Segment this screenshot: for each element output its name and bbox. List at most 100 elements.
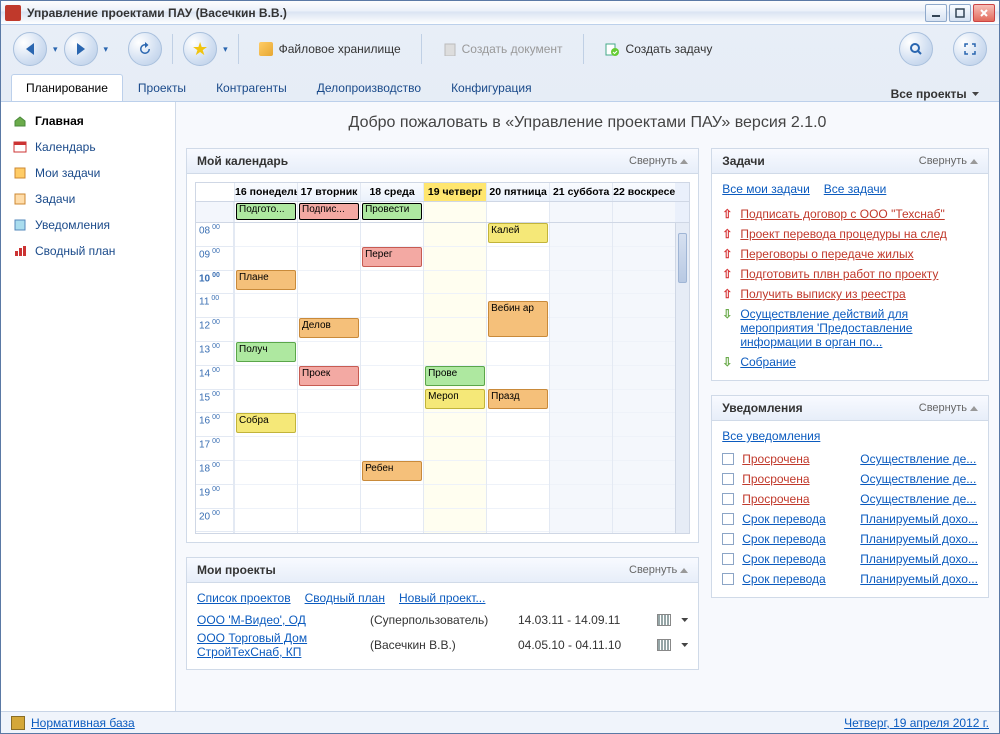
gantt-icon[interactable]: [657, 614, 671, 626]
summary-plan-link[interactable]: Сводный план: [305, 591, 385, 605]
project-name-link[interactable]: ООО Торговый Дом СтройТехСнаб, КП: [197, 631, 362, 659]
forward-dropdown[interactable]: ▾: [104, 44, 109, 55]
calendar-event[interactable]: Празд: [488, 389, 548, 409]
notification-text-link[interactable]: Осуществление де...: [860, 472, 976, 486]
cal-day-header-today[interactable]: 19 четверг: [423, 183, 486, 201]
task-link[interactable]: Проект перевода процедуры на след: [740, 227, 947, 241]
forward-button[interactable]: [64, 32, 98, 66]
notification-status-link[interactable]: Просрочена: [742, 472, 809, 486]
notification-checkbox[interactable]: [722, 493, 734, 505]
cal-day-column[interactable]: [612, 223, 675, 533]
file-storage-button[interactable]: Файловое хранилище: [249, 38, 411, 60]
notification-status-link[interactable]: Срок перевода: [742, 552, 825, 566]
task-link[interactable]: Переговоры о передаче жилых: [740, 247, 913, 261]
allday-event[interactable]: Подпис...: [299, 203, 359, 220]
scroll-thumb[interactable]: [678, 233, 687, 283]
cal-day-header[interactable]: 17 вторник: [297, 183, 360, 201]
cal-day-column[interactable]: Делов Проек: [297, 223, 360, 533]
normative-base-link[interactable]: Нормативная база: [31, 716, 135, 730]
close-button[interactable]: [973, 4, 995, 22]
notification-checkbox[interactable]: [722, 573, 734, 585]
notification-status-link[interactable]: Срок перевода: [742, 512, 825, 526]
task-link[interactable]: Получить выписку из реестра: [740, 287, 905, 301]
notification-checkbox[interactable]: [722, 513, 734, 525]
allday-event[interactable]: Провести: [362, 203, 422, 220]
back-dropdown[interactable]: ▾: [53, 44, 58, 55]
sidebar-item-summary[interactable]: Сводный план: [1, 238, 175, 264]
calendar-event[interactable]: Проек: [299, 366, 359, 386]
search-button[interactable]: [899, 32, 933, 66]
chevron-down-icon[interactable]: [681, 618, 688, 622]
tab-paperwork[interactable]: Делопроизводство: [302, 74, 436, 101]
create-task-button[interactable]: Создать задачу: [594, 37, 723, 61]
notifications-collapse[interactable]: Свернуть: [919, 402, 978, 414]
notification-status-link[interactable]: Просрочена: [742, 492, 809, 506]
calendar-scrollbar[interactable]: [675, 223, 689, 533]
tasks-collapse[interactable]: Свернуть: [919, 155, 978, 167]
projects-list-link[interactable]: Список проектов: [197, 591, 291, 605]
cal-day-column[interactable]: Плане Получ Собра: [234, 223, 297, 533]
sidebar-item-calendar[interactable]: Календарь: [1, 134, 175, 160]
cal-day-header[interactable]: 20 пятница: [486, 183, 549, 201]
notification-status-link[interactable]: Просрочена: [742, 452, 809, 466]
calendar-event[interactable]: Вебин ар: [488, 301, 548, 337]
sidebar-item-tasks[interactable]: Задачи: [1, 186, 175, 212]
task-link[interactable]: Собрание: [740, 355, 796, 369]
tab-config[interactable]: Конфигурация: [436, 74, 547, 101]
new-project-link[interactable]: Новый проект...: [399, 591, 485, 605]
cal-day-header[interactable]: 22 воскресенье: [612, 183, 675, 201]
calendar-event[interactable]: Прове: [425, 366, 485, 386]
notification-status-link[interactable]: Срок перевода: [742, 532, 825, 546]
calendar-event[interactable]: Плане: [236, 270, 296, 290]
calendar-event[interactable]: Собра: [236, 413, 296, 433]
cal-day-header[interactable]: 16 понедельник: [234, 183, 297, 201]
maximize-button[interactable]: [949, 4, 971, 22]
refresh-button[interactable]: [128, 32, 162, 66]
calendar-event[interactable]: Делов: [299, 318, 359, 338]
back-button[interactable]: [13, 32, 47, 66]
date-link[interactable]: Четверг, 19 апреля 2012 г.: [844, 716, 989, 730]
projects-dropdown[interactable]: Все проекты: [881, 87, 989, 101]
notification-text-link[interactable]: Осуществление де...: [860, 492, 976, 506]
calendar-event[interactable]: Калей: [488, 223, 548, 243]
sidebar-item-home[interactable]: Главная: [1, 108, 175, 134]
calendar-event[interactable]: Мероп: [425, 389, 485, 409]
calendar-event[interactable]: Ребен: [362, 461, 422, 481]
all-notifications-link[interactable]: Все уведомления: [722, 429, 820, 443]
all-my-tasks-link[interactable]: Все мои задачи: [722, 182, 810, 196]
notification-text-link[interactable]: Осуществление де...: [860, 452, 976, 466]
task-link[interactable]: Осуществление действий для мероприятия '…: [740, 307, 978, 349]
cal-day-header[interactable]: 18 среда: [360, 183, 423, 201]
sidebar-item-notifications[interactable]: Уведомления: [1, 212, 175, 238]
project-name-link[interactable]: ООО 'М-Видео', ОД: [197, 613, 362, 627]
cal-day-column[interactable]: Перег Ребен: [360, 223, 423, 533]
calendar-collapse[interactable]: Свернуть: [629, 155, 688, 167]
tab-contractors[interactable]: Контрагенты: [201, 74, 302, 101]
cal-day-column[interactable]: Прове Мероп: [423, 223, 486, 533]
tab-projects[interactable]: Проекты: [123, 74, 201, 101]
gantt-icon[interactable]: [657, 639, 671, 651]
notification-text-link[interactable]: Планируемый дохо...: [860, 572, 978, 586]
projects-collapse[interactable]: Свернуть: [629, 564, 688, 576]
notification-checkbox[interactable]: [722, 473, 734, 485]
cal-day-column[interactable]: [549, 223, 612, 533]
notification-text-link[interactable]: Планируемый дохо...: [860, 552, 978, 566]
notification-status-link[interactable]: Срок перевода: [742, 572, 825, 586]
cal-day-header[interactable]: 21 суббота: [549, 183, 612, 201]
task-link[interactable]: Подписать договор с ООО "Техснаб": [740, 207, 944, 221]
chevron-down-icon[interactable]: [681, 643, 688, 647]
calendar-event[interactable]: Получ: [236, 342, 296, 362]
fullscreen-button[interactable]: [953, 32, 987, 66]
notification-text-link[interactable]: Планируемый дохо...: [860, 532, 978, 546]
notification-checkbox[interactable]: [722, 533, 734, 545]
minimize-button[interactable]: [925, 4, 947, 22]
favorites-button[interactable]: ★: [183, 32, 217, 66]
task-link[interactable]: Подготовить плвн работ по проекту: [740, 267, 938, 281]
tab-planning[interactable]: Планирование: [11, 74, 123, 101]
all-tasks-link[interactable]: Все задачи: [824, 182, 887, 196]
sidebar-item-mytasks[interactable]: Мои задачи: [1, 160, 175, 186]
calendar-event[interactable]: Перег: [362, 247, 422, 267]
notification-checkbox[interactable]: [722, 553, 734, 565]
allday-event[interactable]: Подгото...: [236, 203, 296, 220]
notification-text-link[interactable]: Планируемый дохо...: [860, 512, 978, 526]
